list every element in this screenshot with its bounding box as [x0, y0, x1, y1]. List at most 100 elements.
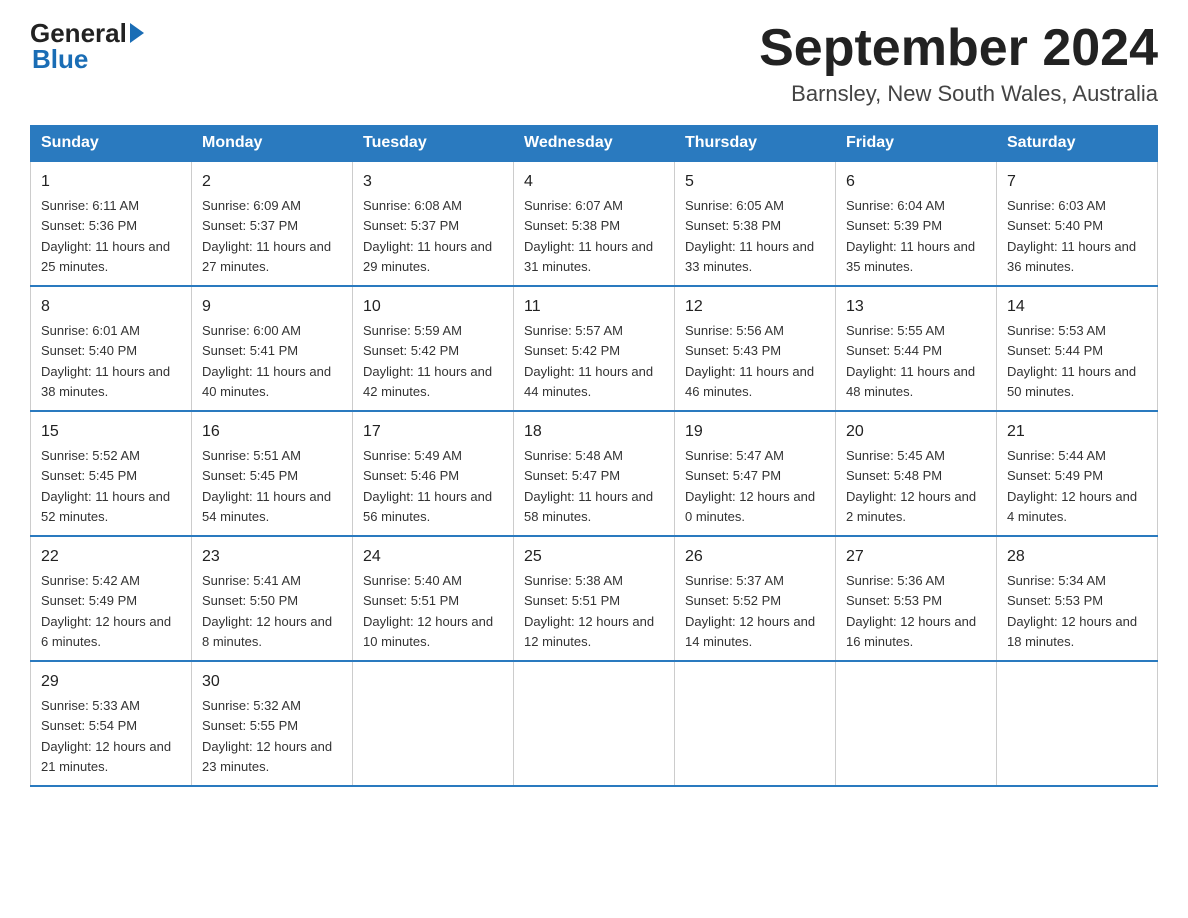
table-row: 12 Sunrise: 5:56 AMSunset: 5:43 PMDayligh… [675, 286, 836, 411]
table-row: 23 Sunrise: 5:41 AMSunset: 5:50 PMDayligh… [192, 536, 353, 661]
day-info: Sunrise: 6:08 AMSunset: 5:37 PMDaylight:… [363, 198, 492, 274]
day-number: 20 [846, 420, 986, 444]
table-row: 16 Sunrise: 5:51 AMSunset: 5:45 PMDayligh… [192, 411, 353, 536]
table-row: 1Sunrise: 6:11 AMSunset: 5:36 PMDaylight… [31, 161, 192, 286]
calendar-table: Sunday Monday Tuesday Wednesday Thursday… [30, 125, 1158, 787]
col-saturday: Saturday [997, 126, 1158, 162]
day-number: 15 [41, 420, 181, 444]
day-number: 11 [524, 295, 664, 319]
calendar-title: September 2024 [759, 20, 1158, 77]
day-number: 28 [1007, 545, 1147, 569]
calendar-week-row: 8 Sunrise: 6:01 AMSunset: 5:40 PMDaylight… [31, 286, 1158, 411]
day-info: Sunrise: 5:56 AMSunset: 5:43 PMDaylight:… [685, 323, 814, 399]
day-number: 14 [1007, 295, 1147, 319]
day-number: 1 [41, 170, 181, 194]
table-row: 4Sunrise: 6:07 AMSunset: 5:38 PMDaylight… [514, 161, 675, 286]
day-number: 5 [685, 170, 825, 194]
table-row: 27 Sunrise: 5:36 AMSunset: 5:53 PMDayligh… [836, 536, 997, 661]
day-info: Sunrise: 6:01 AMSunset: 5:40 PMDaylight:… [41, 323, 170, 399]
table-row: 28 Sunrise: 5:34 AMSunset: 5:53 PMDayligh… [997, 536, 1158, 661]
day-info: Sunrise: 5:36 AMSunset: 5:53 PMDaylight:… [846, 573, 976, 649]
calendar-week-row: 15 Sunrise: 5:52 AMSunset: 5:45 PMDayligh… [31, 411, 1158, 536]
table-row [997, 661, 1158, 786]
day-info: Sunrise: 5:48 AMSunset: 5:47 PMDaylight:… [524, 448, 653, 524]
table-row: 17 Sunrise: 5:49 AMSunset: 5:46 PMDayligh… [353, 411, 514, 536]
day-info: Sunrise: 5:42 AMSunset: 5:49 PMDaylight:… [41, 573, 171, 649]
day-number: 8 [41, 295, 181, 319]
page-header: General Blue September 2024 Barnsley, Ne… [30, 20, 1158, 107]
day-number: 21 [1007, 420, 1147, 444]
day-number: 26 [685, 545, 825, 569]
day-info: Sunrise: 5:34 AMSunset: 5:53 PMDaylight:… [1007, 573, 1137, 649]
table-row: 5 Sunrise: 6:05 AMSunset: 5:38 PMDaylight… [675, 161, 836, 286]
col-sunday: Sunday [31, 126, 192, 162]
day-number: 9 [202, 295, 342, 319]
day-number: 13 [846, 295, 986, 319]
table-row: 11 Sunrise: 5:57 AMSunset: 5:42 PMDayligh… [514, 286, 675, 411]
day-info: Sunrise: 6:04 AMSunset: 5:39 PMDaylight:… [846, 198, 975, 274]
col-wednesday: Wednesday [514, 126, 675, 162]
day-number: 17 [363, 420, 503, 444]
day-info: Sunrise: 5:38 AMSunset: 5:51 PMDaylight:… [524, 573, 654, 649]
day-number: 18 [524, 420, 664, 444]
col-friday: Friday [836, 126, 997, 162]
logo: General Blue [30, 20, 144, 75]
day-info: Sunrise: 5:52 AMSunset: 5:45 PMDaylight:… [41, 448, 170, 524]
logo-general-text: General [30, 20, 127, 46]
table-row [836, 661, 997, 786]
day-number: 25 [524, 545, 664, 569]
day-info: Sunrise: 5:41 AMSunset: 5:50 PMDaylight:… [202, 573, 332, 649]
table-row [675, 661, 836, 786]
table-row: 26 Sunrise: 5:37 AMSunset: 5:52 PMDayligh… [675, 536, 836, 661]
day-info: Sunrise: 5:51 AMSunset: 5:45 PMDaylight:… [202, 448, 331, 524]
table-row: 10Sunrise: 5:59 AMSunset: 5:42 PMDayligh… [353, 286, 514, 411]
day-info: Sunrise: 5:33 AMSunset: 5:54 PMDaylight:… [41, 698, 171, 774]
day-info: Sunrise: 5:45 AMSunset: 5:48 PMDaylight:… [846, 448, 976, 524]
table-row [353, 661, 514, 786]
table-row [514, 661, 675, 786]
day-info: Sunrise: 5:44 AMSunset: 5:49 PMDaylight:… [1007, 448, 1137, 524]
day-info: Sunrise: 6:03 AMSunset: 5:40 PMDaylight:… [1007, 198, 1136, 274]
day-info: Sunrise: 6:09 AMSunset: 5:37 PMDaylight:… [202, 198, 331, 274]
day-info: Sunrise: 5:32 AMSunset: 5:55 PMDaylight:… [202, 698, 332, 774]
title-block: September 2024 Barnsley, New South Wales… [759, 20, 1158, 107]
calendar-header-row: Sunday Monday Tuesday Wednesday Thursday… [31, 126, 1158, 162]
table-row: 29 Sunrise: 5:33 AMSunset: 5:54 PMDayligh… [31, 661, 192, 786]
table-row: 20 Sunrise: 5:45 AMSunset: 5:48 PMDayligh… [836, 411, 997, 536]
day-number: 19 [685, 420, 825, 444]
table-row: 24 Sunrise: 5:40 AMSunset: 5:51 PMDayligh… [353, 536, 514, 661]
table-row: 6 Sunrise: 6:04 AMSunset: 5:39 PMDaylight… [836, 161, 997, 286]
day-number: 12 [685, 295, 825, 319]
day-info: Sunrise: 5:47 AMSunset: 5:47 PMDaylight:… [685, 448, 815, 524]
table-row: 19 Sunrise: 5:47 AMSunset: 5:47 PMDayligh… [675, 411, 836, 536]
day-number: 24 [363, 545, 503, 569]
day-info: Sunrise: 5:49 AMSunset: 5:46 PMDaylight:… [363, 448, 492, 524]
day-number: 23 [202, 545, 342, 569]
day-number: 6 [846, 170, 986, 194]
day-info: Sunrise: 5:53 AMSunset: 5:44 PMDaylight:… [1007, 323, 1136, 399]
table-row: 2Sunrise: 6:09 AMSunset: 5:37 PMDaylight… [192, 161, 353, 286]
day-number: 16 [202, 420, 342, 444]
day-info: Sunrise: 6:05 AMSunset: 5:38 PMDaylight:… [685, 198, 814, 274]
day-number: 30 [202, 670, 342, 694]
day-number: 22 [41, 545, 181, 569]
day-number: 3 [363, 170, 503, 194]
table-row: 22 Sunrise: 5:42 AMSunset: 5:49 PMDayligh… [31, 536, 192, 661]
col-tuesday: Tuesday [353, 126, 514, 162]
calendar-week-row: 29 Sunrise: 5:33 AMSunset: 5:54 PMDayligh… [31, 661, 1158, 786]
table-row: 15 Sunrise: 5:52 AMSunset: 5:45 PMDayligh… [31, 411, 192, 536]
table-row: 8 Sunrise: 6:01 AMSunset: 5:40 PMDaylight… [31, 286, 192, 411]
day-number: 27 [846, 545, 986, 569]
table-row: 25 Sunrise: 5:38 AMSunset: 5:51 PMDayligh… [514, 536, 675, 661]
day-info: Sunrise: 5:59 AMSunset: 5:42 PMDaylight:… [363, 323, 492, 399]
day-info: Sunrise: 5:37 AMSunset: 5:52 PMDaylight:… [685, 573, 815, 649]
logo-blue-text: Blue [32, 44, 88, 75]
day-info: Sunrise: 5:40 AMSunset: 5:51 PMDaylight:… [363, 573, 493, 649]
day-number: 29 [41, 670, 181, 694]
table-row: 3 Sunrise: 6:08 AMSunset: 5:37 PMDaylight… [353, 161, 514, 286]
calendar-week-row: 22 Sunrise: 5:42 AMSunset: 5:49 PMDayligh… [31, 536, 1158, 661]
col-thursday: Thursday [675, 126, 836, 162]
table-row: 14 Sunrise: 5:53 AMSunset: 5:44 PMDayligh… [997, 286, 1158, 411]
table-row: 18 Sunrise: 5:48 AMSunset: 5:47 PMDayligh… [514, 411, 675, 536]
day-info: Sunrise: 5:57 AMSunset: 5:42 PMDaylight:… [524, 323, 653, 399]
